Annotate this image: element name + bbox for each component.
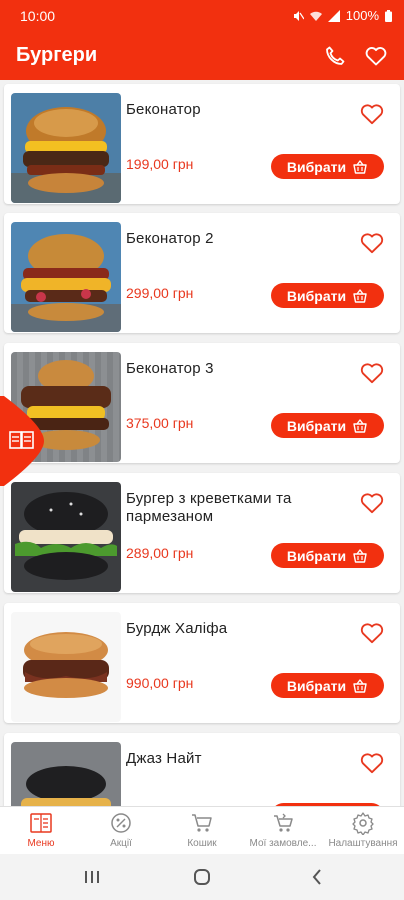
bottom-navigation: Меню Акції Кошик Мої замовле... Налаштув… xyxy=(0,806,404,854)
basket-icon xyxy=(353,418,367,433)
app-bar: Бургери xyxy=(0,32,404,80)
battery-icon xyxy=(385,9,392,22)
favorite-button[interactable] xyxy=(359,490,385,516)
heart-outline-icon xyxy=(360,753,384,774)
status-time: 10:00 xyxy=(20,8,56,24)
choose-button[interactable]: Вибрати xyxy=(271,283,384,308)
product-price: 289,00 грн xyxy=(126,545,194,561)
nav-settings[interactable]: Налаштування xyxy=(323,811,403,855)
product-card[interactable]: Беконатор 2 299,00 грн Вибрати xyxy=(4,213,400,333)
heart-icon xyxy=(365,47,387,66)
choose-button-label: Вибрати xyxy=(286,677,347,694)
back-icon xyxy=(312,869,321,885)
home-icon xyxy=(194,869,210,885)
product-image xyxy=(11,742,121,806)
choose-button-label: Вибрати xyxy=(286,158,347,175)
system-navigation-bar xyxy=(0,854,404,900)
product-price: 990,00 грн xyxy=(126,675,194,691)
favorite-button[interactable] xyxy=(359,360,385,386)
favorite-button[interactable] xyxy=(359,230,385,256)
status-bar: 10:00 100% xyxy=(0,0,404,32)
choose-button[interactable]: Вибрати xyxy=(271,154,384,179)
side-menu-tab[interactable] xyxy=(0,396,44,486)
nav-label: Акції xyxy=(110,838,132,849)
product-name: Бургер з креветками та пармезаном xyxy=(126,490,292,525)
nav-label: Мої замовле... xyxy=(249,838,317,849)
battery-percent: 100% xyxy=(345,8,379,23)
product-image xyxy=(11,482,121,592)
product-card[interactable]: Бургер з креветками та пармезаном 289,00… xyxy=(4,473,400,593)
product-name: Беконатор xyxy=(126,101,201,118)
mute-icon xyxy=(293,10,304,21)
back-button[interactable] xyxy=(305,866,329,888)
product-list[interactable]: Беконатор 199,00 грн Вибрати Беконатор 2… xyxy=(0,80,404,806)
product-image xyxy=(11,93,121,203)
nav-menu[interactable]: Меню xyxy=(1,811,81,855)
nav-label: Меню xyxy=(27,838,55,849)
choose-button-label: Вибрати xyxy=(286,417,347,434)
status-icons: 100% xyxy=(292,8,392,23)
recent-apps-icon xyxy=(85,871,99,883)
basket-icon xyxy=(353,678,367,693)
choose-button[interactable]: Вибрати xyxy=(271,673,384,698)
product-card[interactable]: Беконатор 199,00 грн Вибрати xyxy=(4,84,400,204)
heart-outline-icon xyxy=(360,493,384,514)
nav-promotions[interactable]: Акції xyxy=(81,811,161,855)
phone-icon xyxy=(326,46,345,65)
favorites-button[interactable] xyxy=(362,42,390,70)
product-card[interactable]: Бурдж Халіфа 990,00 грн Вибрати xyxy=(4,603,400,723)
product-name: Бурдж Халіфа xyxy=(126,620,228,637)
choose-button-label: Вибрати xyxy=(286,547,347,564)
percent-icon xyxy=(111,813,131,833)
product-image xyxy=(11,612,121,722)
product-card[interactable]: Беконатор 3 375,00 грн Вибрати xyxy=(4,343,400,463)
product-image xyxy=(11,222,121,332)
product-name: Беконатор 2 xyxy=(126,230,214,247)
basket-icon xyxy=(353,159,367,174)
signal-icon xyxy=(327,9,340,22)
basket-icon xyxy=(353,548,367,563)
product-price: 299,00 грн xyxy=(126,285,194,301)
product-name: Джаз Найт xyxy=(126,750,202,767)
heart-outline-icon xyxy=(360,363,384,384)
heart-outline-icon xyxy=(360,104,384,125)
home-button[interactable] xyxy=(190,866,214,888)
phone-button[interactable] xyxy=(321,42,349,70)
choose-button[interactable]: Вибрати xyxy=(271,543,384,568)
orders-icon xyxy=(274,813,293,832)
heart-outline-icon xyxy=(360,233,384,254)
cart-icon xyxy=(192,814,212,832)
gear-icon xyxy=(352,812,374,835)
wifi-icon xyxy=(309,11,322,21)
product-price: 375,00 грн xyxy=(126,415,194,431)
product-price: 199,00 грн xyxy=(126,156,194,172)
basket-icon xyxy=(353,288,367,303)
choose-button-label: Вибрати xyxy=(286,287,347,304)
favorite-button[interactable] xyxy=(359,620,385,646)
menu-icon xyxy=(30,813,52,833)
nav-label: Налаштування xyxy=(328,838,398,849)
favorite-button[interactable] xyxy=(359,750,385,776)
nav-cart[interactable]: Кошик xyxy=(162,811,242,855)
nav-orders[interactable]: Мої замовле... xyxy=(243,811,323,855)
product-card[interactable]: Джаз Найт xyxy=(4,733,400,806)
nav-label: Кошик xyxy=(187,838,217,849)
choose-button[interactable]: Вибрати xyxy=(271,413,384,438)
product-name: Беконатор 3 xyxy=(126,360,214,377)
page-title: Бургери xyxy=(16,44,98,66)
heart-outline-icon xyxy=(360,623,384,644)
favorite-button[interactable] xyxy=(359,101,385,127)
recent-apps-button[interactable] xyxy=(80,866,104,888)
